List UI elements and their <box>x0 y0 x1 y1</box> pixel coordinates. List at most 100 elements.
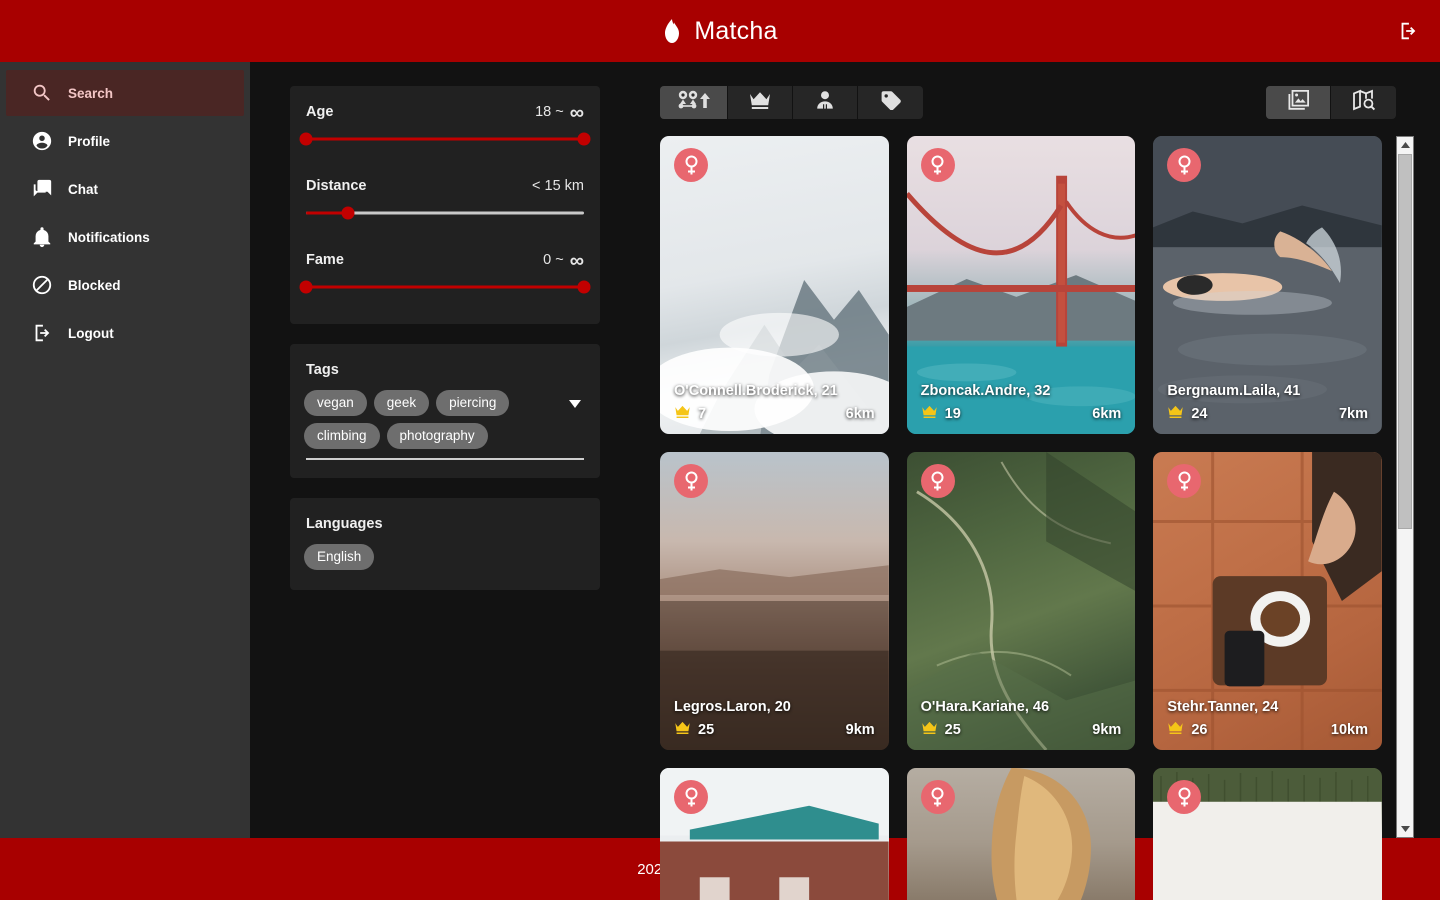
view-button-group <box>1266 86 1396 119</box>
sidebar-item-label: Profile <box>68 133 111 149</box>
sidebar: Search Profile Chat Notifications Blocke… <box>0 62 250 838</box>
distance-value: < 15 km <box>532 178 584 194</box>
view-gallery[interactable] <box>1266 86 1331 119</box>
profile-icon <box>16 130 68 152</box>
card-fame: 7 <box>674 405 706 422</box>
tags-panel: Tags vegan geek piercing climbing photog… <box>290 344 600 478</box>
map-search-icon <box>1352 89 1376 116</box>
tag-chip[interactable]: climbing <box>304 423 380 449</box>
profile-card[interactable]: O'Connell.Broderick, 21 7 6km <box>660 136 889 434</box>
distance-filter: Distance < 15 km <box>304 178 586 226</box>
slider-knob-max[interactable] <box>577 280 591 294</box>
sort-by-age[interactable] <box>793 86 858 119</box>
language-chip-list: English <box>304 544 586 570</box>
profile-card[interactable]: Legros.Laron, 20 25 9km <box>660 452 889 750</box>
card-fame-value: 7 <box>698 405 707 422</box>
slider-knob-max[interactable] <box>577 132 591 146</box>
infinity-symbol: ∞ <box>569 102 584 124</box>
brand: Matcha <box>662 17 777 46</box>
results-toolbar <box>640 86 1440 119</box>
sidebar-item-label: Logout <box>68 325 114 341</box>
sidebar-item-logout[interactable]: Logout <box>6 310 244 356</box>
age-filter: Age 18 ~ ∞ <box>299 102 591 152</box>
tag-chip[interactable]: piercing <box>436 390 510 416</box>
sidebar-item-label: Notifications <box>68 229 150 245</box>
slider-knob-max[interactable] <box>341 206 355 220</box>
scroll-up-arrow-icon[interactable] <box>1397 137 1413 153</box>
sidebar-item-profile[interactable]: Profile <box>6 118 244 164</box>
card-info: Legros.Laron, 20 25 9km <box>660 689 889 750</box>
female-icon <box>920 780 955 814</box>
results-scrollbar[interactable] <box>1396 136 1414 838</box>
card-distance: 9km <box>1092 721 1122 738</box>
female-icon <box>920 148 955 182</box>
sidebar-item-blocked[interactable]: Blocked <box>6 262 244 308</box>
tag-chip[interactable]: vegan <box>304 390 367 416</box>
view-map[interactable] <box>1331 86 1396 119</box>
card-fame: 25 <box>921 721 961 738</box>
tag-chip-list: vegan geek piercing climbing photography <box>304 390 564 449</box>
card-fame-value: 24 <box>1191 405 1208 422</box>
slider-knob-min[interactable] <box>299 280 313 294</box>
card-name: O'Hara.Kariane, 46 <box>920 699 1050 715</box>
card-info: Zboncak.Andre, 32 19 6km <box>907 373 1136 434</box>
card-fame: 25 <box>674 721 714 738</box>
sort-by-tags[interactable] <box>858 86 923 119</box>
language-chip[interactable]: English <box>304 544 375 570</box>
card-fame: 24 <box>1167 405 1207 422</box>
slider-fill <box>306 137 584 141</box>
crown-icon <box>674 721 691 738</box>
profile-card[interactable]: Stehr.Tanner, 24 26 10km <box>1153 452 1382 750</box>
sort-by-fame[interactable] <box>728 86 793 119</box>
age-range-slider[interactable] <box>299 126 591 152</box>
profile-card[interactable]: Bergnaum.Laila, 41 24 7km <box>1153 136 1382 434</box>
profile-card[interactable]: Zboncak.Andre, 32 19 6km <box>906 136 1136 434</box>
tag-icon <box>880 90 902 115</box>
card-info: O'Connell.Broderick, 21 7 6km <box>660 373 889 434</box>
profile-card[interactable] <box>906 768 1136 900</box>
sort-distance-asc-icon <box>677 90 711 115</box>
logout-icon[interactable] <box>1392 15 1424 47</box>
card-distance: 6km <box>1092 405 1122 422</box>
profile-card[interactable] <box>660 768 889 900</box>
flame-icon <box>662 19 682 43</box>
profile-card-grid: O'Connell.Broderick, 21 7 6km Zboncak.An… <box>660 136 1396 900</box>
crown-icon <box>1167 721 1184 738</box>
scrollbar-thumb[interactable] <box>1398 154 1412 529</box>
profile-card[interactable]: O'Hara.Kariane, 46 25 9km <box>906 452 1136 750</box>
body: Search Profile Chat Notifications Blocke… <box>0 62 1440 900</box>
fame-range-slider[interactable] <box>299 274 591 300</box>
distance-slider[interactable] <box>306 200 584 226</box>
infinity-symbol: ∞ <box>569 250 584 272</box>
person-icon <box>815 90 835 115</box>
chat-icon <box>16 178 68 200</box>
profile-card[interactable] <box>1153 768 1382 900</box>
female-icon <box>920 464 955 498</box>
tag-chip[interactable]: geek <box>373 390 430 416</box>
main-content: Age 18 ~ ∞ Distance < 15 km Fame 0 ~ ∞ T… <box>250 62 1440 900</box>
slider-knob-min[interactable] <box>299 132 313 146</box>
card-fame: 19 <box>921 405 961 422</box>
languages-panel: Languages English <box>290 498 600 590</box>
logout-icon <box>16 322 68 344</box>
gallery-icon <box>1286 89 1310 116</box>
scroll-down-arrow-icon[interactable] <box>1397 821 1413 837</box>
sidebar-item-chat[interactable]: Chat <box>6 166 244 212</box>
sidebar-item-search[interactable]: Search <box>6 70 244 116</box>
chevron-down-icon[interactable] <box>564 390 586 408</box>
card-fame-value: 19 <box>944 405 961 422</box>
female-icon <box>674 464 708 498</box>
card-fame-value: 26 <box>1191 721 1208 738</box>
tag-chip[interactable]: photography <box>386 423 488 449</box>
sort-by-distance[interactable] <box>660 86 728 119</box>
card-distance: 7km <box>1338 405 1368 422</box>
crown-icon <box>749 91 771 114</box>
card-name: Bergnaum.Laila, 41 <box>1167 383 1301 399</box>
tags-title: Tags <box>306 362 339 378</box>
sidebar-item-notifications[interactable]: Notifications <box>6 214 244 260</box>
app-root: Matcha Search Profile Chat Notifications… <box>0 0 1440 900</box>
crown-icon <box>674 405 691 422</box>
age-value: 18 ~ ∞ <box>535 102 584 124</box>
card-info: Bergnaum.Laila, 41 24 7km <box>1153 373 1382 434</box>
distance-label: Distance <box>306 178 367 194</box>
